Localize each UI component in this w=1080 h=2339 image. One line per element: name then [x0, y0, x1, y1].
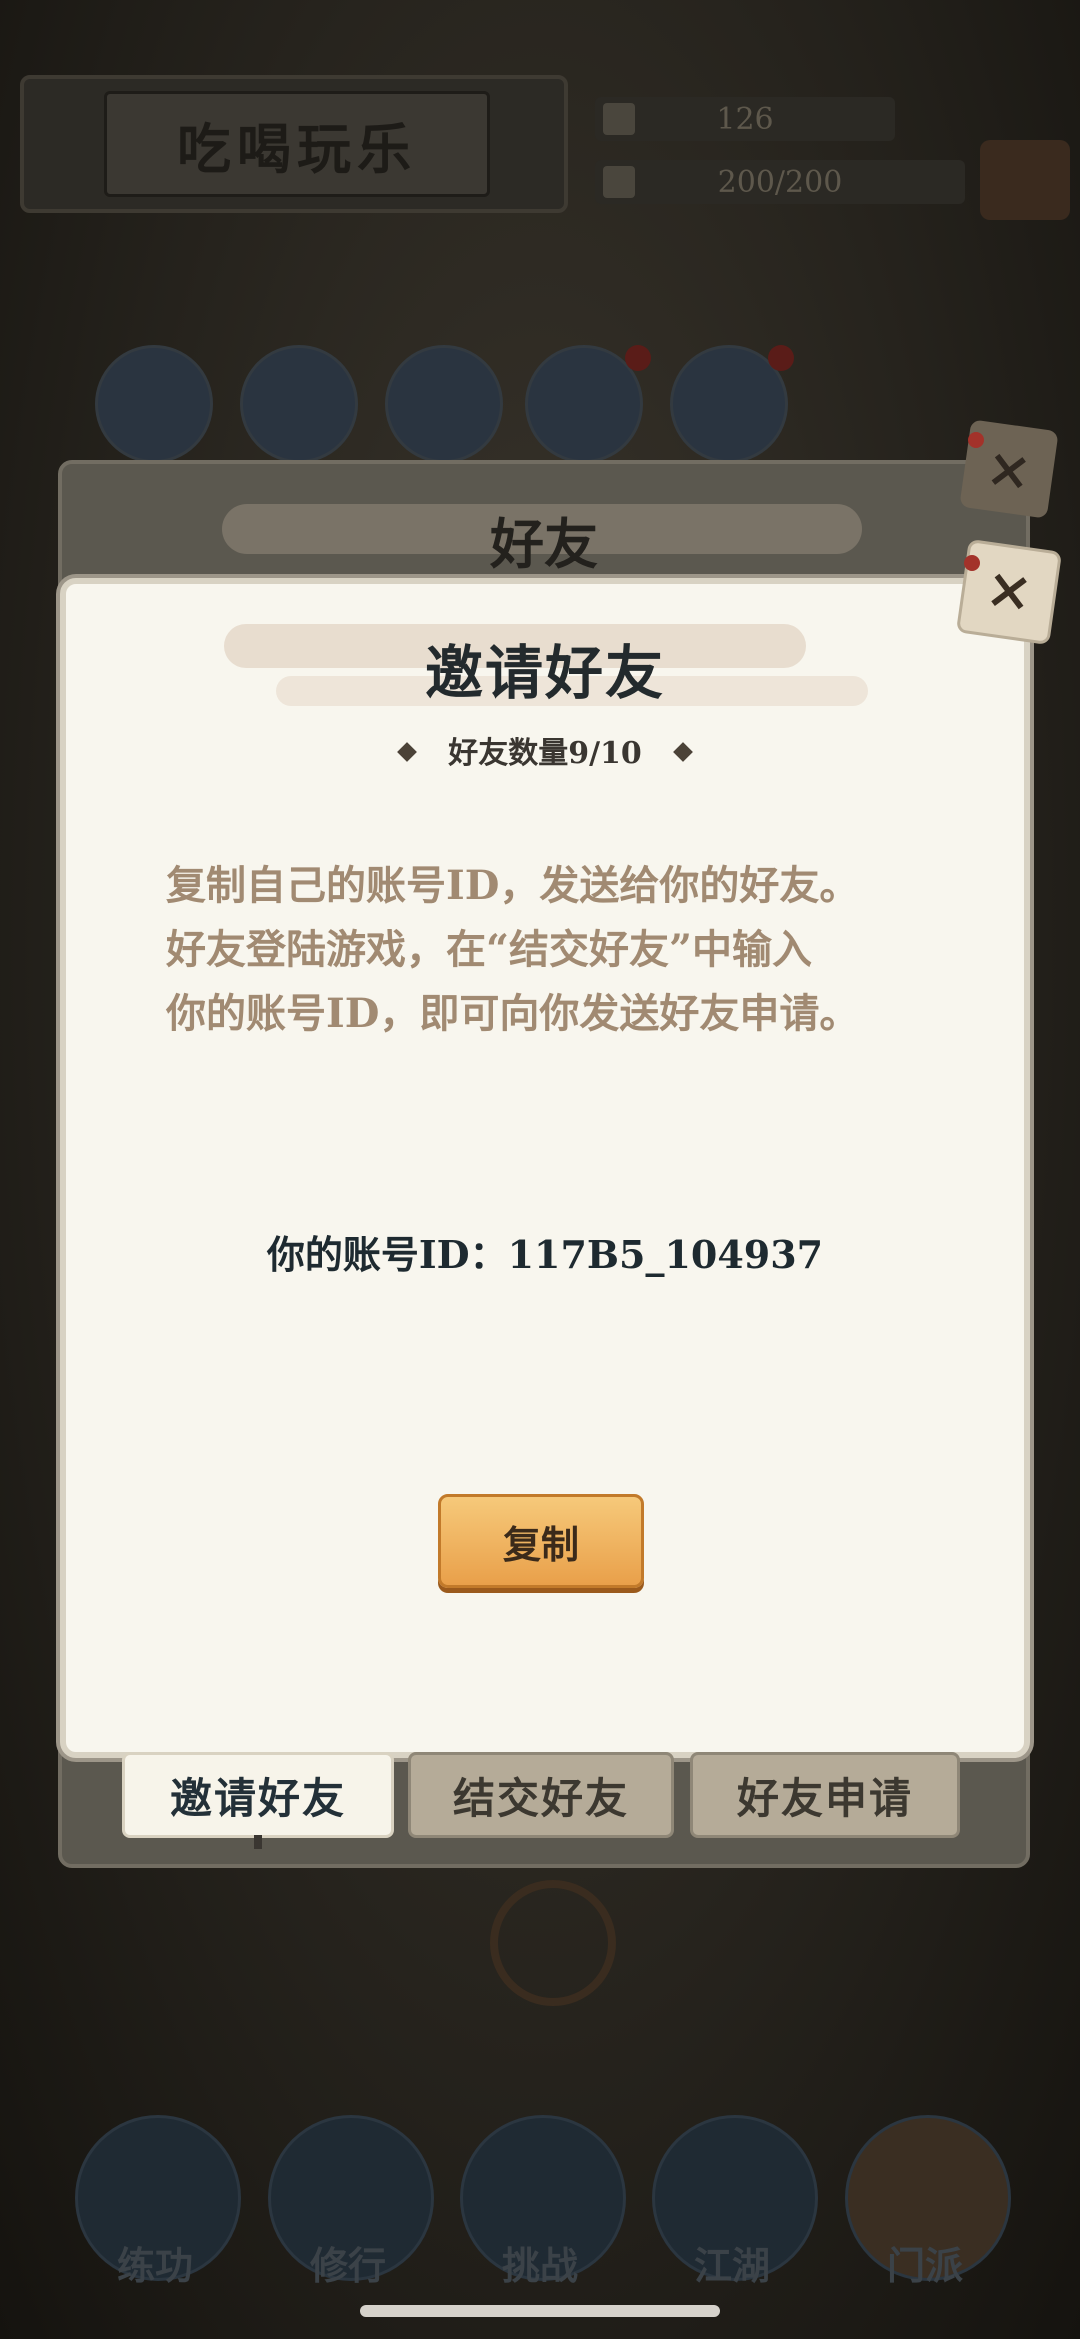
nav-label: 练功 — [116, 2243, 193, 2288]
treasure-chest-icon[interactable] — [980, 140, 1070, 220]
tab-label: 邀请好友 — [169, 1773, 346, 1823]
description-line: 复制自己的账号ID，发送给你的好友。 — [166, 862, 860, 909]
feature-icon-3 — [385, 345, 503, 463]
friends-panel-title: 好友 — [490, 512, 598, 576]
pin-icon — [964, 555, 980, 571]
diamond-icon — [672, 742, 693, 762]
tab-label: 好友申请 — [736, 1773, 913, 1823]
diamond-icon — [397, 742, 418, 762]
home-indicator — [360, 2305, 720, 2317]
energy-counter: 200/200 — [595, 160, 965, 204]
invite-description: 复制自己的账号ID，发送给你的好友。 好友登陆游戏，在“结交好友”中输入 你的账… — [166, 854, 946, 1046]
currency-icon — [603, 103, 635, 135]
game-title: 吃喝玩乐 — [104, 91, 490, 197]
description-line: 好友登陆游戏，在“结交好友”中输入 — [166, 926, 813, 973]
tab-make-friends[interactable]: 结交好友 — [408, 1752, 674, 1838]
energy-value: 200/200 — [717, 164, 843, 200]
description-line: 你的账号ID，即可向你发送好友申请。 — [166, 990, 860, 1037]
energy-icon — [603, 166, 635, 198]
nav-label: 挑战 — [501, 2243, 578, 2288]
friend-count: 好友数量9/10 — [66, 728, 1024, 772]
invite-friend-dialog: 邀请好友 好友数量9/10 复制自己的账号ID，发送给你的好友。 好友登陆游戏，… — [60, 578, 1030, 1758]
tab-friend-requests[interactable]: 好友申请 — [690, 1752, 960, 1838]
tab-label: 结交好友 — [452, 1773, 629, 1823]
tab-invite-friend[interactable]: 邀请好友 — [122, 1752, 394, 1849]
nav-label: 修行 — [309, 2243, 386, 2288]
currency-value: 126 — [716, 101, 774, 137]
game-title-frame: 吃喝玩乐 — [20, 75, 568, 213]
copy-button[interactable]: 复制 — [438, 1494, 644, 1588]
currency-counter: 126 — [595, 97, 895, 141]
account-id-label: 你的账号ID：117B5_104937 — [266, 1232, 824, 1277]
tab-indicator — [254, 1835, 262, 1849]
notification-dot — [625, 345, 651, 371]
friend-count-text: 好友数量9/10 — [448, 736, 642, 771]
pin-icon — [968, 432, 984, 448]
dialog-title: 邀请好友 — [424, 639, 665, 707]
notification-dot — [768, 345, 794, 371]
feature-icon-1 — [95, 345, 213, 463]
feature-icon-2 — [240, 345, 358, 463]
nav-label: 江湖 — [693, 2243, 770, 2288]
nav-label: 门派 — [886, 2243, 963, 2288]
cart-wheel-icon — [490, 1880, 616, 2006]
